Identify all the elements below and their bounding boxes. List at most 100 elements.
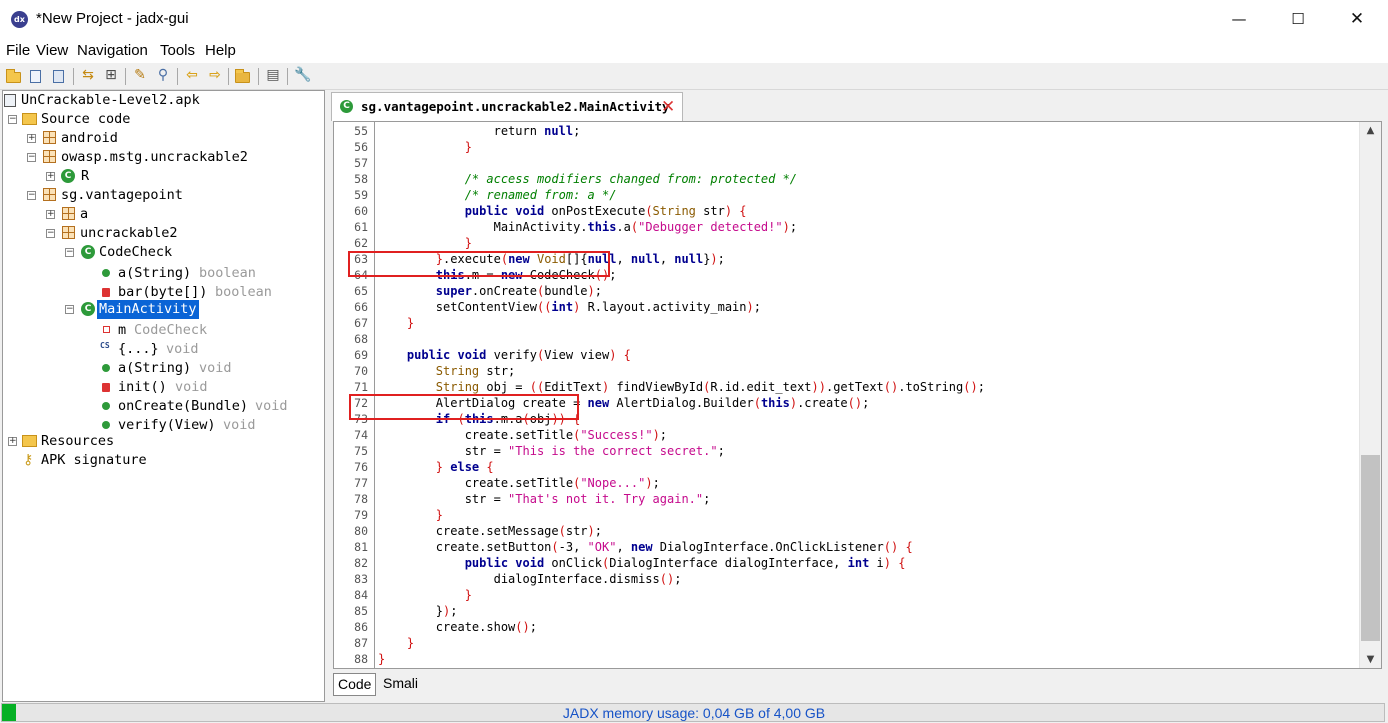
project-tree: UnCrackable-Level2.apk − Source code + a… xyxy=(2,90,325,702)
wand-icon[interactable]: ✎ xyxy=(132,67,148,84)
jadx-app-icon: dx xyxy=(11,11,28,28)
expand-icon[interactable]: + xyxy=(46,172,55,181)
line-number: 87 xyxy=(354,636,368,650)
scroll-up-arrow-icon[interactable]: ▲ xyxy=(1360,122,1381,139)
expand-icon[interactable]: + xyxy=(46,210,55,219)
line-number: 61 xyxy=(354,220,368,234)
flatten-packages-icon[interactable]: ⊞ xyxy=(103,67,119,84)
class-icon: C xyxy=(81,245,95,259)
static-block-icon: CS xyxy=(100,341,110,350)
search-icon[interactable]: ⚲ xyxy=(155,67,171,84)
code-viewer[interactable]: 55 56 57 58 59 60 61 62 63 64 65 66 67 68 69 70 71 72 73 74… xyxy=(333,121,1382,669)
package-icon xyxy=(43,150,56,163)
code-line: } xyxy=(378,140,472,154)
code-line: } xyxy=(378,316,415,330)
code-line: str = "This is the correct secret."; xyxy=(378,444,725,458)
code-line: } xyxy=(378,588,472,602)
field-icon xyxy=(103,326,110,333)
collapse-icon[interactable]: − xyxy=(27,191,36,200)
back-arrow-icon[interactable]: ⇦ xyxy=(184,67,200,84)
memory-usage-bar: JADX memory usage: 0,04 GB of 4,00 GB xyxy=(1,703,1385,722)
forward-arrow-icon[interactable]: ⇨ xyxy=(207,67,223,84)
collapse-icon[interactable]: − xyxy=(46,229,55,238)
toolbar-separator xyxy=(228,68,229,85)
code-line: /* access modifiers changed from: protec… xyxy=(378,172,798,186)
line-number: 55 xyxy=(354,124,368,138)
decompile-all-icon[interactable] xyxy=(235,68,251,84)
menu-view[interactable]: View xyxy=(36,42,68,59)
code-line: String str; xyxy=(378,364,516,378)
line-number: 56 xyxy=(354,140,368,154)
maximize-button[interactable]: ☐ xyxy=(1275,0,1321,39)
menu-navigation[interactable]: Navigation xyxy=(77,42,148,59)
sync-icon[interactable]: ⇆ xyxy=(80,67,96,84)
scrollbar-thumb[interactable] xyxy=(1361,455,1380,641)
line-number: 69 xyxy=(354,348,368,362)
package-icon xyxy=(62,226,75,239)
toolbar-separator xyxy=(125,68,126,85)
menu-tools[interactable]: Tools xyxy=(160,42,195,59)
code-line: } xyxy=(378,508,444,522)
method-icon xyxy=(102,421,110,429)
expand-icon[interactable]: + xyxy=(8,437,17,446)
menu-file[interactable]: File xyxy=(6,42,30,59)
line-number: 78 xyxy=(354,492,368,506)
vertical-scrollbar[interactable]: ▲ ▼ xyxy=(1359,122,1381,668)
code-line: create.setTitle("Success!"); xyxy=(378,428,668,442)
code-line: String obj = ((EditText) findViewById(R.… xyxy=(378,380,985,394)
preferences-icon[interactable]: 🔧 xyxy=(294,67,311,84)
status-bar: JADX memory usage: 0,04 GB of 4,00 GB xyxy=(0,702,1388,723)
line-number: 75 xyxy=(354,444,368,458)
line-number: 74 xyxy=(354,428,368,442)
close-button[interactable]: ✕ xyxy=(1334,0,1380,39)
code-line: create.setTitle("Nope..."); xyxy=(378,476,660,490)
code-line: /* renamed from: a */ xyxy=(378,188,617,202)
package-icon xyxy=(62,207,75,220)
folder-open-icon xyxy=(22,113,37,125)
line-number: 85 xyxy=(354,604,368,618)
line-number: 66 xyxy=(354,300,368,314)
code-line: dialogInterface.dismiss(); xyxy=(378,572,682,586)
toolbar-separator xyxy=(177,68,178,85)
editor-area: C sg.vantagepoint.uncrackable2.MainActiv… xyxy=(329,90,1386,702)
log-icon[interactable]: ▤ xyxy=(265,67,281,84)
code-line: } else { xyxy=(378,460,494,474)
collapse-icon[interactable]: − xyxy=(65,305,74,314)
expand-icon[interactable]: + xyxy=(27,134,36,143)
collapse-icon[interactable]: − xyxy=(8,115,17,124)
code-line: setContentView((int) R.layout.activity_m… xyxy=(378,300,761,314)
package-icon xyxy=(43,131,56,144)
tab-close-icon[interactable]: ✕ xyxy=(661,97,675,117)
menu-help[interactable]: Help xyxy=(205,42,236,59)
line-number: 71 xyxy=(354,380,368,394)
tab-mainactivity[interactable]: C sg.vantagepoint.uncrackable2.MainActiv… xyxy=(331,92,683,121)
line-number: 79 xyxy=(354,508,368,522)
collapse-icon[interactable]: − xyxy=(27,153,36,162)
line-number: 83 xyxy=(354,572,368,586)
line-number: 58 xyxy=(354,172,368,186)
line-number: 86 xyxy=(354,620,368,634)
line-number: 77 xyxy=(354,476,368,490)
tab-code[interactable]: Code xyxy=(333,673,377,696)
native-method-icon xyxy=(102,288,110,297)
code-line: super.onCreate(bundle); xyxy=(378,284,603,298)
key-icon: ⚷ xyxy=(23,452,34,468)
code-line: create.setMessage(str); xyxy=(378,524,603,538)
class-icon: C xyxy=(340,100,353,113)
memory-usage-text: JADX memory usage: 0,04 GB of 4,00 GB xyxy=(562,705,826,721)
add-files-icon[interactable] xyxy=(27,68,44,84)
line-number: 88 xyxy=(354,652,368,666)
menu-bar: File View Navigation Tools Help xyxy=(0,39,1388,63)
tab-label: sg.vantagepoint.uncrackable2.MainActivit… xyxy=(361,99,670,114)
line-number: 68 xyxy=(354,332,368,346)
scroll-down-arrow-icon[interactable]: ▼ xyxy=(1360,651,1381,668)
tab-smali[interactable]: Smali xyxy=(379,673,422,696)
collapse-icon[interactable]: − xyxy=(65,248,74,257)
save-all-icon[interactable] xyxy=(50,68,67,84)
line-number: 67 xyxy=(354,316,368,330)
line-number: 65 xyxy=(354,284,368,298)
open-folder-icon[interactable] xyxy=(6,68,22,84)
code-line: }); xyxy=(378,604,458,618)
line-number: 82 xyxy=(354,556,368,570)
minimize-button[interactable]: — xyxy=(1216,0,1262,39)
